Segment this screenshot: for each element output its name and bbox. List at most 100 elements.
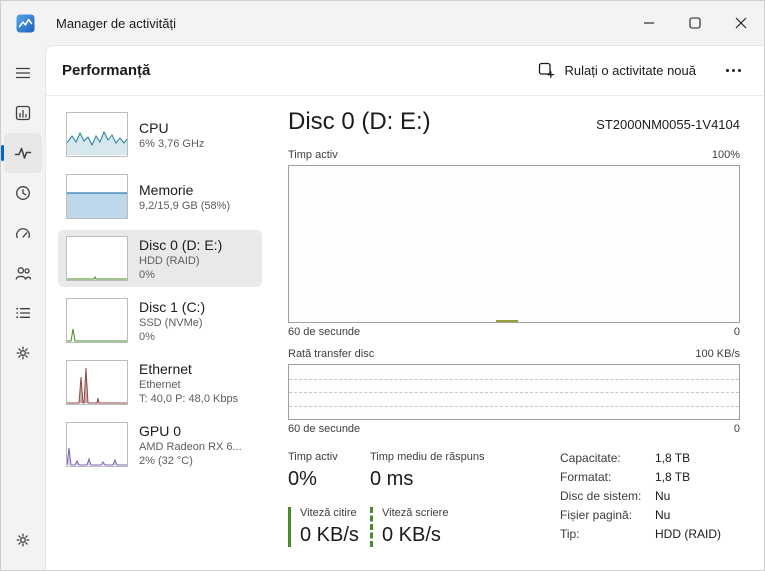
detail-value: 1,8 TB	[655, 470, 691, 484]
details-list-icon	[16, 307, 31, 319]
perf-item-detail2: 0%	[139, 330, 155, 343]
active-time-chart	[288, 165, 740, 323]
device-id: ST2000NM0055-1V4104	[596, 117, 740, 132]
perf-item-texts: Disc 0 (D: E:) HDD (RAID) 0%	[139, 237, 222, 281]
detail-value: Nu	[655, 489, 671, 503]
sidebar-item-details[interactable]	[4, 293, 42, 333]
maximize-icon	[689, 17, 701, 29]
active-time-axis: 60 de secunde 0	[288, 326, 740, 338]
hamburger-menu-icon	[15, 67, 31, 79]
users-icon	[15, 267, 32, 280]
detail-label: Fișier pagină:	[560, 508, 633, 522]
perf-item-texts: Disc 1 (C:) SSD (NVMe) 0%	[139, 299, 205, 343]
perf-item-texts: CPU 6% 3,76 GHz	[139, 120, 204, 150]
disk0-sparkline	[66, 236, 128, 281]
page-title: Performanță	[62, 62, 151, 79]
perf-item-name: Disc 0 (D: E:)	[139, 236, 223, 253]
minimize-button[interactable]	[626, 1, 672, 45]
perf-item-disk0[interactable]: Disc 0 (D: E:) HDD (RAID) 0%	[58, 230, 262, 287]
active-time-max: 100%	[711, 149, 740, 161]
clock-history-icon	[16, 186, 30, 200]
performance-body: CPU 6% 3,76 GHz Memorie 9,2/15,9 GB (58%…	[46, 96, 764, 570]
processes-icon	[15, 105, 31, 121]
performance-list: CPU 6% 3,76 GHz Memorie 9,2/15,9 GB (58%…	[58, 106, 262, 570]
sidebar-item-processes[interactable]	[4, 93, 42, 133]
stat-avg-response-time: Timp mediu de răspuns 0 ms	[370, 451, 485, 490]
transfer-rate-chart	[288, 364, 740, 420]
perf-item-name: CPU	[139, 119, 169, 136]
sidebar-item-users[interactable]	[4, 253, 42, 293]
perf-item-detail: SSD (NVMe)	[139, 316, 203, 329]
axis-right-label: 0	[733, 326, 740, 338]
perf-item-name: Ethernet	[139, 360, 192, 377]
panel-head: Disc 0 (D: E:) ST2000NM0055-1V4104	[288, 108, 740, 136]
services-gear-icon	[16, 346, 30, 360]
titlebar: Manager de activități	[1, 1, 764, 45]
detail-label: Disc de sistem:	[560, 489, 642, 503]
content-area: Performanță Rulați o activitate nouă CPU	[45, 45, 764, 570]
gridline	[289, 392, 739, 393]
detail-value: Nu	[655, 508, 671, 522]
perf-item-memory[interactable]: Memorie 9,2/15,9 GB (58%)	[58, 168, 262, 225]
sidebar-item-app-history[interactable]	[4, 173, 42, 213]
minimize-icon	[644, 22, 654, 24]
more-options-button[interactable]	[716, 56, 750, 86]
gridline	[289, 378, 739, 380]
perf-item-detail2: T: 40,0 P: 48,0 Kbps	[139, 392, 239, 405]
perf-item-texts: Memorie 9,2/15,9 GB (58%)	[139, 182, 230, 212]
gauge-icon	[16, 228, 30, 239]
perf-item-name: GPU 0	[139, 422, 182, 439]
perf-item-disk1[interactable]: Disc 1 (C:) SSD (NVMe) 0%	[58, 292, 262, 349]
perf-item-ethernet[interactable]: Ethernet Ethernet T: 40,0 P: 48,0 Kbps	[58, 354, 262, 411]
perf-item-gpu[interactable]: GPU 0 AMD Radeon RX 6... 2% (32 °C)	[58, 416, 262, 473]
sidebar-item-startup-apps[interactable]	[4, 213, 42, 253]
memory-sparkline	[66, 174, 128, 219]
transfer-rate-axis: 60 de secunde 0	[288, 423, 740, 435]
menu-button[interactable]	[4, 53, 42, 93]
detail-label: Capacitate:	[560, 451, 621, 465]
stat-read-speed: Viteză citire 0 KB/s	[288, 507, 370, 547]
perf-item-detail2: 2% (32 °C)	[139, 454, 193, 467]
disk1-sparkline	[66, 298, 128, 343]
sidebar-item-services[interactable]	[4, 333, 42, 373]
stat-write-speed: Viteză scriere 0 KB/s	[370, 507, 530, 547]
detail-label: Tip:	[560, 527, 580, 541]
cpu-sparkline	[66, 112, 128, 157]
detail-value: HDD (RAID)	[655, 527, 721, 541]
stats-grid: Timp activ 0% Timp mediu de răspuns 0 ms…	[288, 451, 530, 547]
perf-item-detail2: 0%	[139, 268, 155, 281]
new-task-icon	[539, 62, 555, 79]
axis-left-label: 60 de secunde	[288, 326, 361, 338]
detail-value: 1,8 TB	[655, 451, 691, 465]
active-time-label: Timp activ	[288, 149, 338, 161]
panel-title: Disc 0 (D: E:)	[288, 108, 431, 135]
perf-item-detail: 9,2/15,9 GB (58%)	[139, 199, 231, 212]
run-new-task-button[interactable]: Rulați o activitate nouă	[528, 56, 706, 85]
perf-item-detail: Ethernet	[139, 378, 181, 391]
perf-item-name: Memorie	[139, 181, 194, 198]
gpu-sparkline	[66, 422, 128, 467]
maximize-button[interactable]	[672, 1, 718, 45]
more-options-icon	[737, 69, 741, 72]
detail-label: Formatat:	[560, 470, 612, 484]
settings-gear-icon	[16, 533, 30, 547]
axis-left-label: 60 de secunde	[288, 423, 361, 435]
ethernet-sparkline	[66, 360, 128, 405]
perf-item-detail: AMD Radeon RX 6...	[139, 440, 242, 453]
disk-detail-panel: Disc 0 (D: E:) ST2000NM0055-1V4104 Timp …	[288, 106, 740, 570]
disk-activity-blip	[496, 320, 518, 322]
axis-right-label: 0	[733, 423, 740, 435]
gridline	[289, 405, 739, 407]
perf-item-cpu[interactable]: CPU 6% 3,76 GHz	[58, 106, 262, 163]
transfer-rate-label: Rată transfer disc	[288, 348, 375, 360]
more-options-icon	[731, 69, 735, 72]
sidebar-item-settings[interactable]	[4, 520, 42, 560]
perf-item-name: Disc 1 (C:)	[139, 298, 206, 315]
navigation-rail	[1, 45, 45, 570]
close-button[interactable]	[718, 1, 764, 45]
transfer-rate-max: 100 KB/s	[695, 348, 740, 360]
sidebar-item-performance[interactable]	[1, 133, 42, 173]
close-icon	[735, 17, 747, 29]
perf-item-detail: HDD (RAID)	[139, 254, 200, 267]
window-controls	[626, 1, 764, 45]
